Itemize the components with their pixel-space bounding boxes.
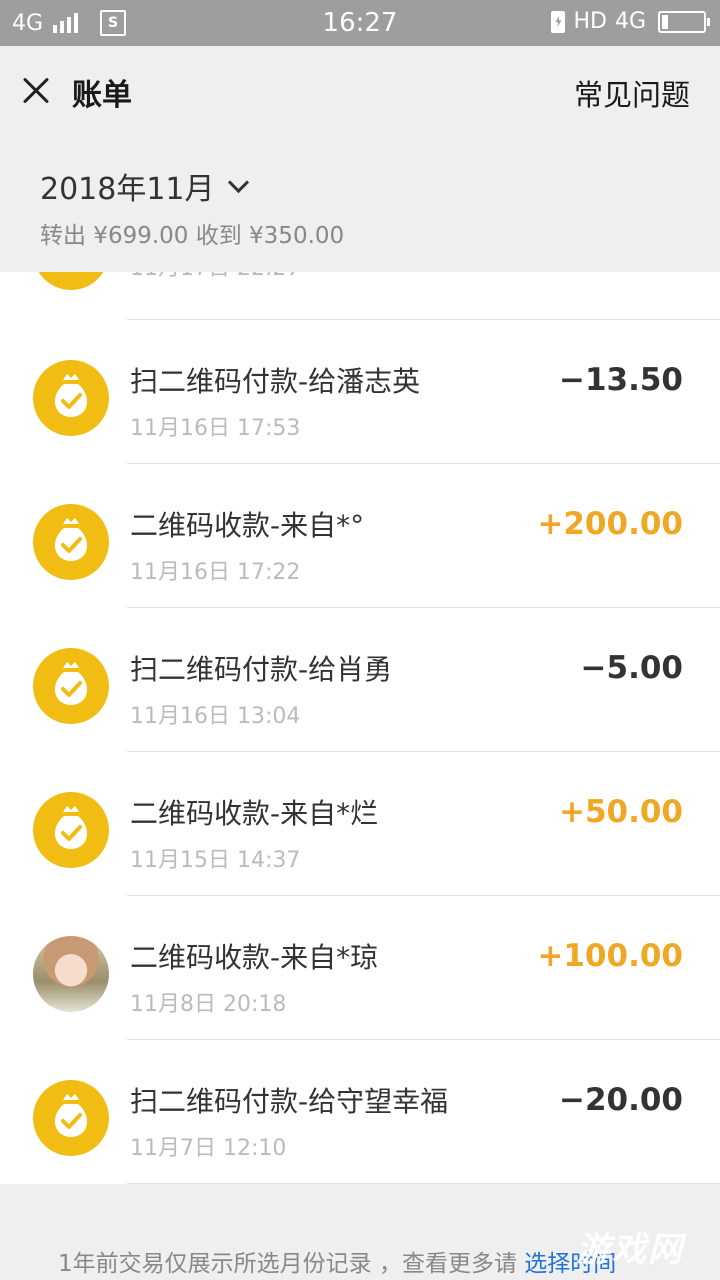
month-totals: 转出 ¥699.00 收到 ¥350.00 bbox=[40, 223, 345, 249]
money-bag-icon bbox=[54, 662, 88, 705]
status-bar: 4G S 16:27 HD 4G bbox=[0, 0, 720, 46]
month-summary: 2018年11月 转出 ¥699.00 收到 ¥350.00 bbox=[0, 134, 720, 272]
status-right: HD 4G bbox=[551, 9, 710, 34]
transaction-name: 扫二维码付款-给潘志英 bbox=[130, 365, 421, 398]
transaction-name: 二维码收款-来自*° bbox=[130, 509, 365, 542]
watermark: 游戏网 bbox=[576, 1230, 684, 1270]
money-bag-icon bbox=[54, 1094, 88, 1137]
transaction-row[interactable]: 二维码收款-来自*° 11月16日 17:22 +200.00 bbox=[0, 464, 720, 608]
money-bag-avatar bbox=[33, 1080, 109, 1156]
battery-icon bbox=[658, 10, 710, 33]
money-bag-avatar bbox=[33, 360, 109, 436]
money-bag-icon bbox=[54, 806, 88, 849]
transaction-list: 11月17日 22:27 扫二维码付款-给潘志英 11月16日 17:53 −1… bbox=[0, 214, 720, 1184]
page-title: 账单 bbox=[72, 78, 132, 113]
transaction-date: 11月15日 14:37 bbox=[130, 848, 301, 873]
transaction-row[interactable]: 扫二维码付款-给潘志英 11月16日 17:53 −13.50 bbox=[0, 320, 720, 464]
transaction-date: 11月7日 12:10 bbox=[130, 1136, 287, 1161]
money-bag-avatar bbox=[33, 648, 109, 724]
transaction-date: 11月16日 17:22 bbox=[130, 560, 301, 585]
network-type-right: 4G bbox=[614, 9, 646, 34]
month-selector[interactable]: 2018年11月 bbox=[40, 164, 249, 208]
transaction-date: 11月16日 17:53 bbox=[130, 416, 301, 441]
transaction-amount: +100.00 bbox=[537, 938, 683, 974]
transaction-row[interactable]: 二维码收款-来自*琼 11月8日 20:18 +100.00 bbox=[0, 896, 720, 1040]
money-bag-icon bbox=[54, 518, 88, 561]
transaction-name: 扫二维码付款-给肖勇 bbox=[130, 653, 393, 686]
nav-header: 账单 常见问题 bbox=[0, 46, 720, 135]
user-avatar bbox=[33, 936, 109, 1012]
footer-note-text: 1年前交易仅展示所选月份记录 ，查看更多请 bbox=[58, 1251, 525, 1277]
transaction-name: 二维码收款-来自*琼 bbox=[130, 941, 379, 974]
transaction-date: 11月16日 13:04 bbox=[130, 704, 301, 729]
money-bag-avatar bbox=[33, 504, 109, 580]
footer-note: 1年前交易仅展示所选月份记录 ，查看更多请 选择时间 bbox=[58, 1244, 616, 1278]
transaction-date: 11月8日 20:18 bbox=[130, 992, 287, 1017]
transaction-row[interactable]: 扫二维码付款-给守望幸福 11月7日 12:10 −20.00 bbox=[0, 1040, 720, 1184]
month-label: 2018年11月 bbox=[40, 172, 215, 207]
transaction-row[interactable]: 二维码收款-来自*烂 11月15日 14:37 +50.00 bbox=[0, 752, 720, 896]
hd-label: HD bbox=[573, 9, 607, 34]
transaction-name: 二维码收款-来自*烂 bbox=[130, 797, 379, 830]
list-footer: 1年前交易仅展示所选月份记录 ，查看更多请 选择时间 游戏网 bbox=[0, 1184, 720, 1280]
transaction-amount: −13.50 bbox=[558, 362, 683, 398]
faq-link[interactable]: 常见问题 bbox=[574, 72, 690, 114]
transaction-amount: +200.00 bbox=[537, 506, 683, 542]
money-bag-avatar bbox=[33, 792, 109, 868]
transaction-amount: −5.00 bbox=[580, 650, 683, 686]
chevron-down-icon bbox=[227, 171, 249, 193]
transaction-amount: −20.00 bbox=[558, 1082, 683, 1118]
transaction-row[interactable]: 扫二维码付款-给肖勇 11月16日 13:04 −5.00 bbox=[0, 608, 720, 752]
money-bag-icon bbox=[54, 374, 88, 417]
transaction-amount: +50.00 bbox=[558, 794, 683, 830]
transaction-name: 扫二维码付款-给守望幸福 bbox=[130, 1085, 449, 1118]
close-icon[interactable] bbox=[22, 76, 50, 104]
charging-icon bbox=[551, 10, 566, 33]
